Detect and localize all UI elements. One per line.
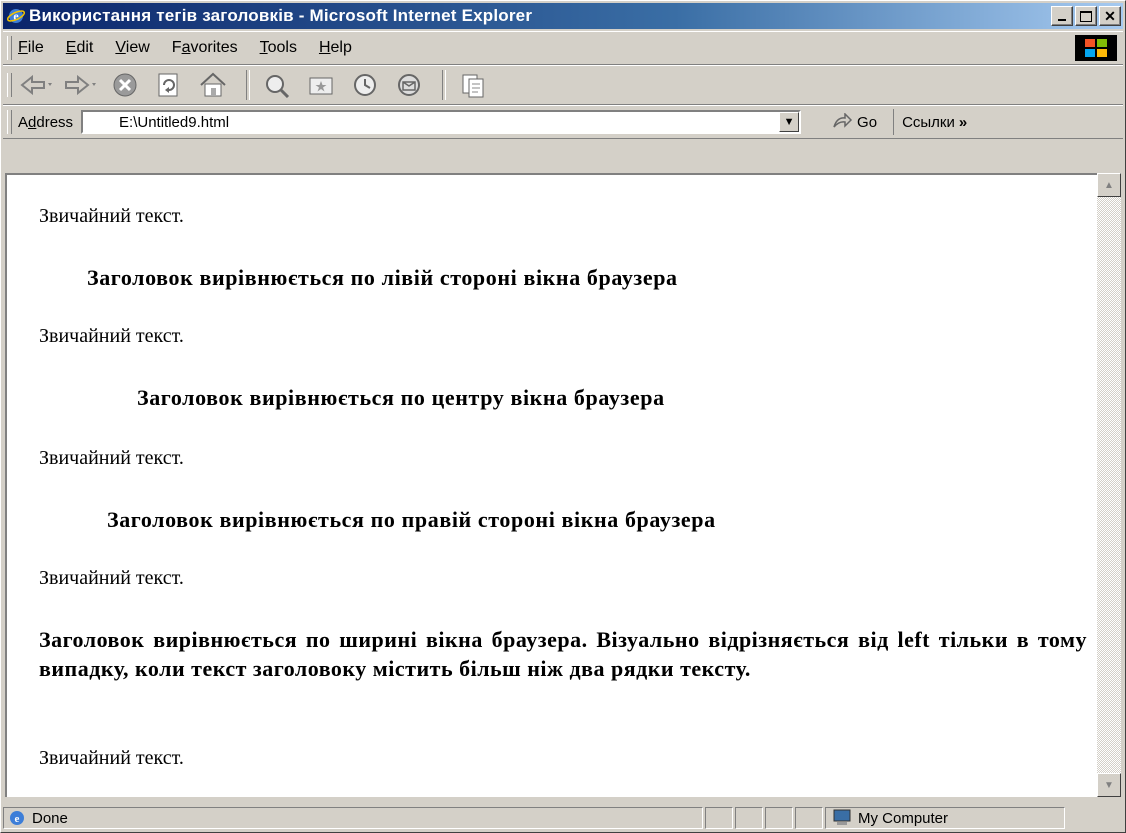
history-button[interactable] [346,68,384,102]
address-dropdown-button[interactable]: ▼ [779,112,800,132]
toolbar-separator-2 [442,70,446,100]
window-title: Використання тегів заголовків - Microsof… [29,6,533,25]
mail-icon [398,74,420,96]
minimize-button[interactable] [1051,6,1073,26]
heading-right: Заголовок вирівнюється по правій стороні… [107,507,716,532]
chevron-right-icon: » [958,113,968,131]
status-panel-2 [735,807,763,829]
toolbar-separator [246,70,250,100]
stop-icon [113,73,137,97]
normal-text-3: Звичайний текст. [39,447,184,469]
toolbar-grip [7,73,12,97]
scroll-down-icon: ▼ [1104,779,1114,791]
menu-grip [7,36,12,60]
menu-tools-accel: T [259,39,268,56]
go-button[interactable]: Go [831,113,877,131]
chevron-down-icon: ▼ [783,116,795,128]
window-controls: ✕ [1051,6,1121,26]
vertical-scrollbar[interactable]: ▲ ▼ [1097,173,1121,797]
search-button[interactable] [258,68,296,102]
title-bar: e Використання тегів заголовків - Micros… [3,3,1123,29]
menu-file-accel: F [18,39,28,56]
svg-text:e: e [15,813,20,825]
scroll-up-icon: ▲ [1104,179,1114,191]
edit-icon [462,74,484,98]
close-icon: ✕ [1104,7,1116,24]
zone-text: My Computer [858,809,949,827]
menu-file[interactable]: File [18,39,44,57]
page-done-icon: e [10,811,24,825]
address-label-rest: dress [36,113,74,131]
maximize-button[interactable] [1075,6,1097,26]
status-panel-1 [705,807,733,829]
scroll-up-button[interactable]: ▲ [1097,173,1121,197]
heading-justify: Заголовок вирівнюється по ширині вікна б… [39,627,1087,681]
stop-button[interactable] [106,68,144,102]
status-panel-3 [765,807,793,829]
go-arrow-icon [833,113,853,128]
menu-favorites-rest: vorites [190,39,238,56]
favorites-icon [309,77,333,95]
menu-help[interactable]: Help [319,39,352,57]
status-panel-4 [795,807,823,829]
forward-icon [65,75,96,95]
menu-favorites-pre: F [171,39,182,56]
menu-favorites[interactable]: Favorites [172,39,238,57]
refresh-button[interactable] [150,68,188,102]
address-value: E:\Untitled9.html [119,113,230,131]
menu-help-accel: H [318,39,331,56]
ie-logo-icon: e [7,9,25,23]
status-main: e Done [3,807,703,829]
normal-text-2: Звичайний текст. [39,325,184,347]
address-grip [7,110,12,134]
address-label-pre: A [18,113,29,131]
normal-text-5: Звичайний текст. [39,747,184,769]
refresh-icon [158,73,178,97]
address-bar: Address E:\Untitled9.html ▼ Go Ссылки » [3,105,1123,139]
home-icon [200,72,226,97]
browser-window: e Використання тегів заголовків - Micros… [0,0,1126,833]
edit-button[interactable] [454,68,492,102]
windows-logo-icon [1075,35,1117,61]
back-icon [20,75,52,95]
forward-button[interactable] [62,68,100,102]
menu-help-rest: elp [330,39,352,56]
computer-icon [833,809,851,825]
security-zone: My Computer [825,807,1065,829]
links-button[interactable]: Ссылки » [893,109,967,135]
standard-toolbar [3,65,1123,105]
search-icon [266,75,290,98]
page-content: Звичайний текст. Заголовок вирівнюється … [5,173,1097,797]
normal-text-1: Звичайний текст. [39,205,184,227]
minimize-icon [1058,19,1066,21]
address-input[interactable]: E:\Untitled9.html ▼ [81,110,802,134]
mail-button[interactable] [390,68,428,102]
address-label: Address [18,114,73,131]
history-icon [354,74,376,96]
maximize-icon [1080,10,1092,22]
menu-view[interactable]: View [115,39,149,57]
close-button[interactable]: ✕ [1099,6,1121,26]
back-button[interactable] [18,68,56,102]
status-text: Done [32,809,68,827]
heading-left: Заголовок вирівнюється по лівій стороні … [87,265,678,290]
heading-center: Заголовок вирівнюється по центру вікна б… [137,385,665,410]
go-label: Go [857,113,878,131]
menu-edit-accel: E [65,39,77,56]
links-label: Ссылки [902,113,955,131]
menu-tools[interactable]: Tools [260,39,297,57]
menu-bar: File Edit View Favorites Tools Help [3,31,1123,65]
home-button[interactable] [194,68,232,102]
menu-file-rest: ile [27,39,44,56]
status-bar: e Done My Computer [3,805,1123,831]
scroll-down-button[interactable]: ▼ [1097,773,1121,797]
menu-edit-rest: dit [76,39,94,56]
normal-text-4: Звичайний текст. [39,567,184,589]
favorites-button[interactable] [302,68,340,102]
menu-tools-rest: ools [267,39,297,56]
menu-edit[interactable]: Edit [66,39,94,57]
menu-view-accel: V [115,39,126,56]
menu-view-rest: iew [125,39,150,56]
